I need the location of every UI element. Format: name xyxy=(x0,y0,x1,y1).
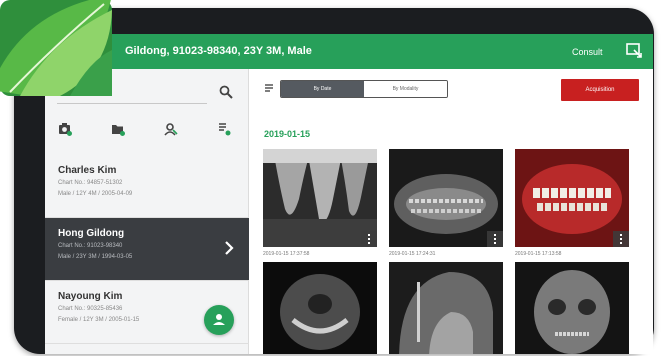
patient-details: Male / 23Y 3M / 1994-03-05 xyxy=(58,254,133,260)
patient-list-item[interactable]: Charles Kim Chart No.: 94857-51302 Male … xyxy=(45,155,249,218)
leaf-logo-icon xyxy=(0,0,112,96)
patient-name: Nayoung Kim xyxy=(58,291,123,302)
folder-icon[interactable] xyxy=(111,122,125,136)
panoramic-xray-image xyxy=(389,149,503,247)
person-search-icon[interactable] xyxy=(164,122,178,136)
patient-name: Hong Gildong xyxy=(58,228,125,239)
view-mode-toggle: By Date By Modality xyxy=(280,80,448,98)
patient-header-title: Gildong, 91023-98340, 23Y 3M, Male xyxy=(125,45,312,57)
image-thumbnail[interactable] xyxy=(263,262,377,354)
periapical-xray-image xyxy=(263,149,377,247)
image-timestamp: 2019-01-15 17:13:58 xyxy=(515,251,562,257)
date-group-header: 2019-01-15 xyxy=(264,129,311,139)
image-gallery: By Date By Modality Acquisition 2019-01-… xyxy=(250,69,653,354)
image-thumbnail[interactable] xyxy=(389,149,503,247)
patient-list-item-selected[interactable]: Hong Gildong Chart No.: 91023-98340 Male… xyxy=(45,218,249,281)
image-timestamp: 2019-01-15 17:37:58 xyxy=(263,251,310,257)
cephalometric-xray-image xyxy=(389,262,503,354)
more-options-button[interactable] xyxy=(613,231,629,247)
app-screen: Gildong, 91023-98340, 23Y 3M, Male Consu… xyxy=(45,34,653,354)
image-thumbnail[interactable] xyxy=(389,262,503,354)
patient-sidebar: Charles Kim Chart No.: 94857-51302 Male … xyxy=(45,69,249,354)
patient-chart-number: Chart No.: 91023-98340 xyxy=(58,243,123,249)
patient-header: Gildong, 91023-98340, 23Y 3M, Male Consu… xyxy=(45,34,653,69)
chevron-right-icon[interactable] xyxy=(223,240,235,256)
patient-details: Male / 12Y 4M / 2005-04-09 xyxy=(58,191,133,197)
intraoral-photo-image xyxy=(515,149,629,247)
ct-slice-image xyxy=(263,262,377,354)
acquisition-button[interactable]: Acquisition xyxy=(561,79,639,101)
patient-chart-number: Chart No.: 90325-85436 xyxy=(58,306,123,312)
consult-button[interactable]: Consult xyxy=(572,47,603,57)
patient-name: Charles Kim xyxy=(58,165,117,176)
more-options-button[interactable] xyxy=(361,231,377,247)
add-person-icon xyxy=(213,314,225,325)
add-patient-button[interactable] xyxy=(204,305,234,335)
patient-chart-number: Chart No.: 94857-51302 xyxy=(58,180,123,186)
image-thumbnail[interactable] xyxy=(515,262,629,354)
consult-icon[interactable] xyxy=(625,42,643,60)
camera-icon[interactable] xyxy=(58,122,72,136)
search-icon[interactable] xyxy=(219,85,233,99)
document-icon[interactable] xyxy=(217,122,231,136)
view-by-modality-tab[interactable]: By Modality xyxy=(364,81,447,97)
list-view-icon[interactable] xyxy=(264,83,274,93)
image-thumbnail[interactable] xyxy=(515,149,629,247)
image-thumbnail[interactable] xyxy=(263,149,377,247)
patient-details: Female / 12Y 3M / 2005-01-15 xyxy=(58,317,140,323)
image-timestamp: 2019-01-15 17:24:31 xyxy=(389,251,436,257)
view-by-date-tab[interactable]: By Date xyxy=(281,81,364,97)
patient-search-input[interactable] xyxy=(57,103,207,104)
more-options-button[interactable] xyxy=(487,231,503,247)
skull-xray-image xyxy=(515,262,629,354)
